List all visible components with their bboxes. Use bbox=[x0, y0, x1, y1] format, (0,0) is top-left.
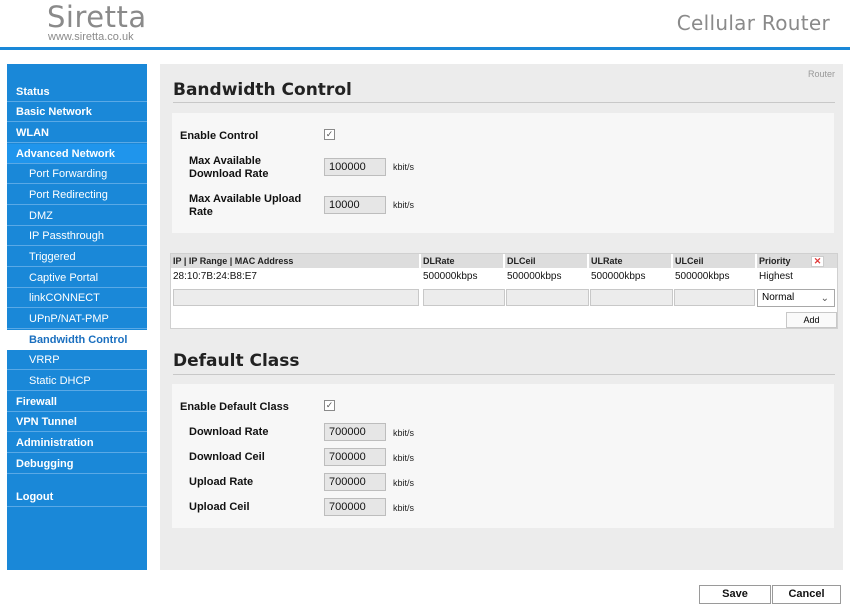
sidebar-item-static-dhcp[interactable]: Static DHCP bbox=[7, 371, 147, 391]
sidebar-item-dmz[interactable]: DMZ bbox=[7, 206, 147, 226]
upload-ceil-unit: kbit/s bbox=[393, 503, 415, 513]
row-address: 28:10:7B:24:B8:E7 bbox=[173, 271, 257, 282]
sidebar-item-captive-portal[interactable]: Captive Portal bbox=[7, 268, 147, 288]
default-class-rule bbox=[173, 374, 835, 375]
new-priority-select[interactable]: Normal ⌄ bbox=[757, 289, 835, 307]
sidebar-item-status[interactable]: Status bbox=[7, 82, 147, 102]
col-header-ulrate: ULRate bbox=[589, 254, 671, 268]
row-dlrate: 500000kbps bbox=[423, 271, 478, 282]
default-class-panel: Enable Default Class ✓ Download Rate 700… bbox=[172, 384, 834, 528]
sidebar-item-vrrp[interactable]: VRRP bbox=[7, 350, 147, 370]
delete-icon[interactable]: ✕ bbox=[811, 256, 824, 267]
new-ulceil-input[interactable] bbox=[674, 289, 755, 306]
upload-rate-label: Upload Rate bbox=[189, 476, 254, 488]
sidebar-item-basic-network[interactable]: Basic Network bbox=[7, 102, 147, 122]
row-priority: Highest bbox=[759, 271, 793, 282]
row-ulceil: 500000kbps bbox=[675, 271, 730, 282]
download-ceil-input[interactable]: 700000 bbox=[324, 448, 386, 466]
header-rule bbox=[0, 47, 850, 50]
add-rule-button[interactable]: Add bbox=[786, 312, 837, 328]
sidebar-item-debugging[interactable]: Debugging bbox=[7, 454, 147, 474]
new-dlrate-input[interactable] bbox=[423, 289, 505, 306]
upload-rate-input[interactable]: 700000 bbox=[324, 473, 386, 491]
save-button[interactable]: Save bbox=[699, 585, 771, 604]
col-header-priority: Priority bbox=[757, 254, 837, 268]
product-title: Cellular Router bbox=[676, 11, 830, 35]
bandwidth-panel: Enable Control ✓ Max Available Download … bbox=[172, 113, 834, 233]
sidebar-item-triggered[interactable]: Triggered bbox=[7, 247, 147, 267]
download-ceil-unit: kbit/s bbox=[393, 453, 415, 463]
upload-rate-unit: kbit/s bbox=[393, 478, 415, 488]
enable-default-class-checkbox[interactable]: ✓ bbox=[324, 400, 335, 411]
sidebar: Status Basic Network WLAN Advanced Netwo… bbox=[7, 64, 147, 570]
cancel-button[interactable]: Cancel bbox=[772, 585, 841, 604]
new-dlceil-input[interactable] bbox=[506, 289, 589, 306]
col-header-dlceil: DLCeil bbox=[505, 254, 587, 268]
sidebar-item-logout[interactable]: Logout bbox=[7, 487, 147, 507]
sidebar-item-ip-passthrough[interactable]: IP Passthrough bbox=[7, 226, 147, 246]
download-rate-label: Download Rate bbox=[189, 426, 269, 438]
upload-ceil-label: Upload Ceil bbox=[189, 501, 250, 513]
sidebar-item-bandwidth-control[interactable]: Bandwidth Control bbox=[7, 330, 147, 350]
sidebar-item-port-forwarding[interactable]: Port Forwarding bbox=[7, 164, 147, 184]
sidebar-item-administration[interactable]: Administration bbox=[7, 433, 147, 453]
download-ceil-label: Download Ceil bbox=[189, 451, 265, 463]
enable-default-class-label: Enable Default Class bbox=[180, 401, 289, 413]
row-ulrate: 500000kbps bbox=[591, 271, 646, 282]
new-ulrate-input[interactable] bbox=[590, 289, 673, 306]
sidebar-item-advanced-network[interactable]: Advanced Network bbox=[7, 144, 147, 164]
default-class-title: Default Class bbox=[173, 351, 300, 371]
max-upload-label: Max Available Upload Rate bbox=[189, 193, 302, 218]
bandwidth-rules-table: IP | IP Range | MAC Address DLRate DLCei… bbox=[170, 253, 838, 329]
sidebar-item-wlan[interactable]: WLAN bbox=[7, 123, 147, 143]
logo: Siretta bbox=[47, 0, 147, 34]
chevron-down-icon: ⌄ bbox=[820, 293, 829, 304]
enable-control-checkbox[interactable]: ✓ bbox=[324, 129, 335, 140]
breadcrumb: Router bbox=[807, 69, 835, 79]
download-rate-input[interactable]: 700000 bbox=[324, 423, 386, 441]
bandwidth-rule bbox=[173, 102, 835, 103]
logo-url: www.siretta.co.uk bbox=[48, 31, 134, 43]
download-rate-unit: kbit/s bbox=[393, 428, 415, 438]
sidebar-item-linkconnect[interactable]: linkCONNECT bbox=[7, 288, 147, 308]
sidebar-item-vpn-tunnel[interactable]: VPN Tunnel bbox=[7, 412, 147, 432]
upload-ceil-input[interactable]: 700000 bbox=[324, 498, 386, 516]
new-priority-value: Normal bbox=[762, 292, 795, 303]
max-download-unit: kbit/s bbox=[393, 162, 415, 172]
col-header-dlrate: DLRate bbox=[421, 254, 503, 268]
new-address-input[interactable] bbox=[173, 289, 419, 306]
bandwidth-title: Bandwidth Control bbox=[173, 80, 352, 100]
sidebar-item-upnp[interactable]: UPnP/NAT-PMP bbox=[7, 309, 147, 329]
row-dlceil: 500000kbps bbox=[507, 271, 562, 282]
sidebar-item-firewall[interactable]: Firewall bbox=[7, 392, 147, 412]
header: Siretta www.siretta.co.uk Cellular Route… bbox=[0, 0, 850, 47]
enable-control-label: Enable Control bbox=[180, 130, 259, 142]
col-header-address: IP | IP Range | MAC Address bbox=[171, 254, 419, 268]
max-upload-unit: kbit/s bbox=[393, 200, 415, 210]
max-upload-input[interactable]: 10000 bbox=[324, 196, 386, 214]
max-download-label: Max Available Download Rate bbox=[189, 155, 269, 180]
col-header-ulceil: ULCeil bbox=[673, 254, 755, 268]
max-download-input[interactable]: 100000 bbox=[324, 158, 386, 176]
sidebar-item-port-redirecting[interactable]: Port Redirecting bbox=[7, 185, 147, 205]
